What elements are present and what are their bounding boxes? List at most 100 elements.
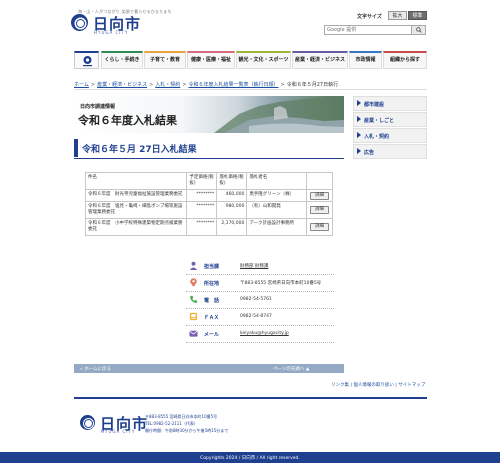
footer-hours: 開庁時間：午前8時30分から午後5時15分まで	[145, 428, 229, 433]
side-nav-label: 都市建設	[364, 102, 385, 108]
page-title: 令和６年５月 27日入札結果	[82, 145, 197, 155]
nav-item-tourism[interactable]: 観光・文化・スポーツ	[236, 51, 291, 69]
bid-results-table: 件名 予定価格(税抜) 落札価格(税抜) 落札者名 令和６年度 財光寺児童福祉施…	[84, 172, 333, 236]
contact-label: 所在地	[204, 281, 220, 287]
side-nav-label: 産業・しごと	[364, 118, 395, 124]
copyright-text: Copyrights 2024 / 日向市 / All right reserv…	[200, 456, 300, 461]
breadcrumb-separator: >	[90, 82, 96, 88]
search-button[interactable]	[411, 26, 425, 34]
breadcrumb-bidding[interactable]: 入札・契約	[155, 82, 180, 88]
column-header-planned-price: 予定価格(税抜)	[186, 172, 218, 190]
column-header-winning-price: 落札価格(税抜)	[216, 172, 248, 190]
side-nav-label: 入札・契約	[364, 134, 390, 140]
contact-row-phone: 電 話 0982-54-5761	[186, 292, 334, 309]
table-row: 令和６年度 財光寺児童福祉施設管理業務委託 ******** 460,000 黒…	[84, 189, 333, 202]
contact-row-fax: ＦＡＸ 0982-54-8747	[186, 309, 334, 326]
home-icon	[83, 56, 92, 67]
contact-label: 電 話	[204, 298, 220, 304]
cell-planned-price: ********	[186, 201, 218, 219]
footer-address: 〒883-8555 宮崎県日向市本町10番5号	[145, 414, 218, 419]
footer-links[interactable]: リンク集 | 個人情報の取り扱い | サイトマップ	[331, 382, 425, 388]
hero-title: 令和６年度入札結果	[78, 114, 177, 127]
phone-value: 0982-54-5761	[240, 297, 272, 302]
breadcrumb-divider	[74, 89, 427, 90]
city-logo-icon[interactable]	[71, 14, 88, 31]
arrow-right-icon	[357, 148, 361, 154]
contact-label: 担当課	[204, 264, 220, 270]
table-row: 令和６年度 塩見・亀崎・細島ポンプ場等施設管理業務委託 ******** 980…	[84, 201, 333, 219]
side-nav-item-urban[interactable]: 都市建設	[353, 96, 427, 111]
map-pin-icon	[190, 278, 197, 287]
arrow-right-icon	[357, 132, 361, 138]
fax-icon	[189, 312, 198, 321]
cell-action: 詳細	[306, 201, 333, 219]
cell-winner: アーク計画設計事務所	[246, 218, 308, 236]
fax-value: 0982-54-8747	[240, 314, 272, 319]
hero-label: 日向市調達情報	[80, 104, 116, 110]
breadcrumb-separator: >	[280, 82, 285, 88]
cell-name: 令和６年度 塩見・亀崎・細島ポンプ場等施設管理業務委託	[84, 201, 188, 219]
nav-item-health[interactable]: 健康・医療・福祉	[187, 51, 235, 69]
side-nav-item-ads[interactable]: 広告	[353, 144, 427, 159]
cell-winner: 黒手隆グリーン（株）	[246, 189, 308, 202]
cell-winning-price: 2,170,000	[216, 218, 248, 236]
detail-button[interactable]: 詳細	[310, 191, 329, 200]
search-input[interactable]	[327, 26, 411, 34]
breadcrumb-results-list[interactable]: 令和６年度入札結果一覧表（執行日順）	[189, 82, 279, 88]
contact-row-address: 所在地 〒883-8555 宮崎県日向市本町10番5号	[186, 275, 334, 292]
breadcrumb-separator: >	[149, 82, 154, 88]
detail-button[interactable]: 詳細	[310, 206, 329, 214]
cell-winning-price: 460,000	[216, 189, 248, 202]
page-title-accent	[74, 139, 78, 157]
footer-tel: TEL:0982-52-2111（代表）	[145, 421, 198, 426]
nav-item-industry[interactable]: 産業・経済・ビジネス	[292, 51, 348, 69]
side-nav-item-industry-jobs[interactable]: 産業・しごと	[353, 112, 427, 127]
cell-planned-price: ********	[186, 218, 218, 236]
page-title-divider	[74, 158, 344, 159]
cell-name: 令和６年度 財光寺児童福祉施設管理業務委託	[84, 189, 188, 202]
breadcrumb-current: 令和６年５月27日執行	[286, 82, 339, 88]
breadcrumb-industry[interactable]: 産業・経済・ビジネス	[97, 82, 147, 88]
column-header-winner: 落札者名	[246, 172, 308, 190]
contact-label: メール	[204, 332, 220, 338]
breadcrumb: ホーム > 産業・経済・ビジネス > 入札・契約 > 令和６年度入札結果一覧表（執行日順） >…	[74, 81, 427, 88]
nav-item-city-info[interactable]: 市政情報	[349, 51, 382, 69]
table-row: 令和６年度 小中学校特殊建築物定期点検業務委託 ******** 2,170,0…	[84, 218, 333, 236]
side-nav-label: 広告	[364, 150, 375, 156]
breadcrumb-separator: >	[182, 82, 187, 88]
cell-action: 詳細	[306, 189, 333, 202]
department-link[interactable]: 財務部 財務課	[240, 263, 268, 269]
site-search	[324, 25, 426, 35]
site-logo-subtitle: HYUGA CITY	[94, 30, 129, 35]
nav-item-organization[interactable]: 組織から探す	[383, 51, 427, 69]
back-to-home-link[interactable]: « ホームに戻る	[80, 366, 111, 372]
person-icon	[189, 261, 198, 270]
contact-label: ＦＡＸ	[204, 315, 220, 321]
font-size-standard-button[interactable]: 標準	[408, 11, 427, 20]
phone-icon	[190, 295, 198, 303]
arrow-right-icon	[357, 100, 361, 106]
font-size-large-button[interactable]: 拡大	[388, 11, 407, 20]
nav-item-childcare[interactable]: 子育て・教育	[144, 51, 186, 69]
nav-home-button[interactable]	[74, 51, 99, 69]
search-icon	[416, 27, 422, 33]
address-value: 〒883-8555 宮崎県日向市本町10番5号	[240, 281, 322, 286]
global-nav: くらし・手続き 子育て・教育 健康・医療・福祉 観光・文化・スポーツ 産業・経済…	[74, 51, 427, 69]
arrow-right-icon	[357, 116, 361, 122]
email-link[interactable]: keiyaku@hyugacity.jp	[240, 331, 289, 336]
footer-logo-icon	[80, 415, 95, 430]
contact-row-email: メール keiyaku@hyugacity.jp	[186, 326, 334, 343]
footer-logo-subtitle: HYUGA CITY	[101, 429, 136, 434]
cell-action: 詳細	[306, 218, 333, 236]
cell-name: 令和６年度 小中学校特殊建築物定期点検業務委託	[84, 218, 188, 236]
table-header-row: 件名 予定価格(税抜) 落札価格(税抜) 落札者名	[84, 172, 333, 190]
cell-winning-price: 980,000	[216, 201, 248, 219]
cell-winner: （有）山和開発	[246, 201, 308, 219]
nav-item-living[interactable]: くらし・手続き	[101, 51, 143, 69]
side-nav-item-bidding[interactable]: 入札・契約	[353, 128, 427, 143]
breadcrumb-home[interactable]: ホーム	[74, 82, 89, 88]
detail-button[interactable]: 詳細	[310, 223, 329, 231]
back-to-top-label: ページの先頭へ	[273, 367, 305, 372]
back-to-top-link[interactable]: ページの先頭へ ▲	[273, 366, 309, 372]
mail-icon	[189, 330, 198, 337]
